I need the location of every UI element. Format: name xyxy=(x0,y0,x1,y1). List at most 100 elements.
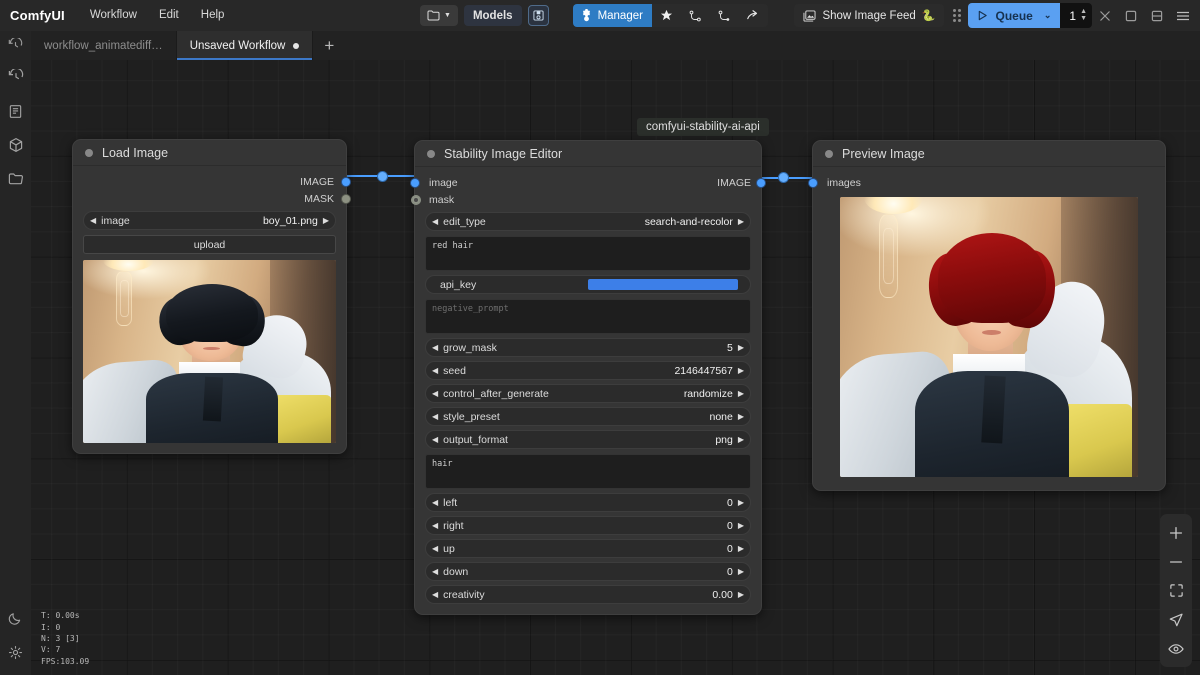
decrement-arrow-icon[interactable]: ◀ xyxy=(432,366,438,375)
decrement-arrow-icon[interactable]: ◀ xyxy=(432,412,438,421)
input-slot-mask[interactable]: mask xyxy=(412,191,751,208)
increment-arrow-icon[interactable]: ▶ xyxy=(738,366,744,375)
menu-help[interactable]: Help xyxy=(190,0,236,31)
node-stability-image-editor[interactable]: Stability Image Editor image IMAGE mask … xyxy=(411,140,765,615)
increment-arrow-icon[interactable]: ▶ xyxy=(738,389,744,398)
queue-button[interactable]: Queue ⌄ xyxy=(968,3,1061,28)
output-slot-image[interactable]: IMAGE xyxy=(83,173,350,190)
node-collapse-dot[interactable] xyxy=(825,149,833,158)
increment-arrow-icon[interactable]: ▶ xyxy=(738,217,744,226)
widget-creativity[interactable]: ◀ creativity 0.00 ▶ xyxy=(425,585,751,604)
favorites-button[interactable] xyxy=(652,4,681,27)
node-load-image[interactable]: Load Image IMAGE MASK ◀ image boy_01.png… xyxy=(72,139,350,454)
decrement-arrow-icon[interactable]: ◀ xyxy=(432,521,438,530)
node-image-preview[interactable] xyxy=(83,260,336,443)
link-midpoint-dot[interactable] xyxy=(378,171,387,181)
node-collapse-dot[interactable] xyxy=(85,148,93,157)
panel-toggle-button[interactable] xyxy=(1144,0,1170,31)
sidebar-item-theme-toggle[interactable] xyxy=(0,601,31,635)
decrement-arrow-icon[interactable]: ◀ xyxy=(432,217,438,226)
decrement-arrow-icon[interactable]: ◀ xyxy=(432,567,438,576)
manager-button[interactable]: Manager xyxy=(572,4,652,27)
output-port-image[interactable] xyxy=(342,178,350,186)
widget-right[interactable]: ◀ right 0 ▶ xyxy=(425,516,751,535)
sidebar-item-node-library[interactable] xyxy=(0,94,31,128)
zoom-in-button[interactable] xyxy=(1160,518,1192,547)
new-tab-button[interactable]: + xyxy=(313,31,345,60)
sidebar-item-queue-history[interactable] xyxy=(0,60,31,94)
input-port-images[interactable] xyxy=(809,179,817,187)
window-maximize-button[interactable] xyxy=(1118,0,1144,31)
output-slot-mask[interactable]: MASK xyxy=(83,190,350,207)
widget-control-after-generate[interactable]: ◀ control_after_generate randomize ▶ xyxy=(425,384,751,403)
widget-seed[interactable]: ◀ seed 2146447567 ▶ xyxy=(425,361,751,380)
sidebar-item-settings[interactable] xyxy=(0,635,31,669)
stepper-down-icon[interactable]: ▼ xyxy=(1080,15,1087,22)
drag-handle-icon[interactable] xyxy=(951,7,963,25)
queue-count-field[interactable]: 1 ▲ ▼ xyxy=(1060,3,1092,28)
input-port-mask[interactable] xyxy=(412,196,420,204)
widget-negative-prompt-textarea[interactable]: negative_prompt xyxy=(425,299,751,334)
node-map-button[interactable] xyxy=(681,4,710,27)
graph-canvas[interactable]: comfyui-stability-ai-api Load Image IMAG… xyxy=(31,60,1200,675)
input-slot-images[interactable]: images xyxy=(809,174,1155,191)
upload-button[interactable]: upload xyxy=(83,235,336,254)
link-midpoint-dot[interactable] xyxy=(779,173,788,182)
node-header[interactable]: Load Image xyxy=(73,140,346,166)
node-preview-image[interactable]: Preview Image images xyxy=(809,140,1166,491)
increment-arrow-icon[interactable]: ▶ xyxy=(738,567,744,576)
decrement-arrow-icon[interactable]: ◀ xyxy=(432,343,438,352)
decrement-arrow-icon[interactable]: ◀ xyxy=(90,216,96,225)
widget-output-format[interactable]: ◀ output_format png ▶ xyxy=(425,430,751,449)
decrement-arrow-icon[interactable]: ◀ xyxy=(432,590,438,599)
models-button[interactable]: Models xyxy=(463,5,522,26)
increment-arrow-icon[interactable]: ▶ xyxy=(738,343,744,352)
chevron-down-icon[interactable]: ⌄ xyxy=(1044,10,1052,21)
tab-unsaved-workflow[interactable]: Unsaved Workflow xyxy=(176,31,314,60)
widget-up[interactable]: ◀ up 0 ▶ xyxy=(425,539,751,558)
output-port-image[interactable] xyxy=(757,179,765,187)
queue-count-stepper[interactable]: ▲ ▼ xyxy=(1080,8,1087,22)
folder-button[interactable]: ▼ xyxy=(420,5,458,26)
show-image-feed-button[interactable]: Show Image Feed 🐍 xyxy=(794,4,945,27)
sidebar-item-workflows-browser[interactable] xyxy=(0,162,31,196)
decrement-arrow-icon[interactable]: ◀ xyxy=(432,498,438,507)
increment-arrow-icon[interactable]: ▶ xyxy=(323,216,329,225)
node-image-preview[interactable] xyxy=(840,197,1138,477)
increment-arrow-icon[interactable]: ▶ xyxy=(738,412,744,421)
input-slot-image[interactable]: image IMAGE xyxy=(411,174,765,191)
decrement-arrow-icon[interactable]: ◀ xyxy=(432,544,438,553)
input-port-image[interactable] xyxy=(411,179,419,187)
widget-left[interactable]: ◀ left 0 ▶ xyxy=(425,493,751,512)
node-group-label[interactable]: comfyui-stability-ai-api xyxy=(637,118,769,136)
share-button[interactable] xyxy=(739,4,768,27)
save-button[interactable] xyxy=(527,5,549,26)
output-port-mask[interactable] xyxy=(342,195,350,203)
toggle-visibility-button[interactable] xyxy=(1160,634,1192,663)
tab-workflow-animatediff[interactable]: workflow_animatediff… xyxy=(31,31,177,60)
tab-history-button[interactable] xyxy=(0,31,31,60)
widget-image[interactable]: ◀ image boy_01.png ▶ xyxy=(83,211,336,230)
main-menu-button[interactable] xyxy=(1170,0,1196,31)
sidebar-item-model-library[interactable] xyxy=(0,128,31,162)
api-key-value-selection[interactable] xyxy=(588,279,738,290)
node-header[interactable]: Stability Image Editor xyxy=(415,141,761,167)
menu-workflow[interactable]: Workflow xyxy=(79,0,148,31)
decrement-arrow-icon[interactable]: ◀ xyxy=(432,435,438,444)
widget-down[interactable]: ◀ down 0 ▶ xyxy=(425,562,751,581)
fit-view-button[interactable] xyxy=(1160,576,1192,605)
node-map-alt-button[interactable] xyxy=(710,4,739,27)
node-header[interactable]: Preview Image xyxy=(813,141,1165,167)
widget-style-preset[interactable]: ◀ style_preset none ▶ xyxy=(425,407,751,426)
window-close-button[interactable] xyxy=(1092,0,1118,31)
decrement-arrow-icon[interactable]: ◀ xyxy=(432,389,438,398)
widget-api-key[interactable]: api_key xyxy=(425,275,751,294)
widget-search-prompt-textarea[interactable]: hair xyxy=(425,454,751,489)
widget-prompt-textarea[interactable]: red hair xyxy=(425,236,751,271)
increment-arrow-icon[interactable]: ▶ xyxy=(738,435,744,444)
select-mode-button[interactable] xyxy=(1160,605,1192,634)
widget-edit-type[interactable]: ◀ edit_type search-and-recolor ▶ xyxy=(425,212,751,231)
increment-arrow-icon[interactable]: ▶ xyxy=(738,498,744,507)
increment-arrow-icon[interactable]: ▶ xyxy=(738,590,744,599)
increment-arrow-icon[interactable]: ▶ xyxy=(738,521,744,530)
